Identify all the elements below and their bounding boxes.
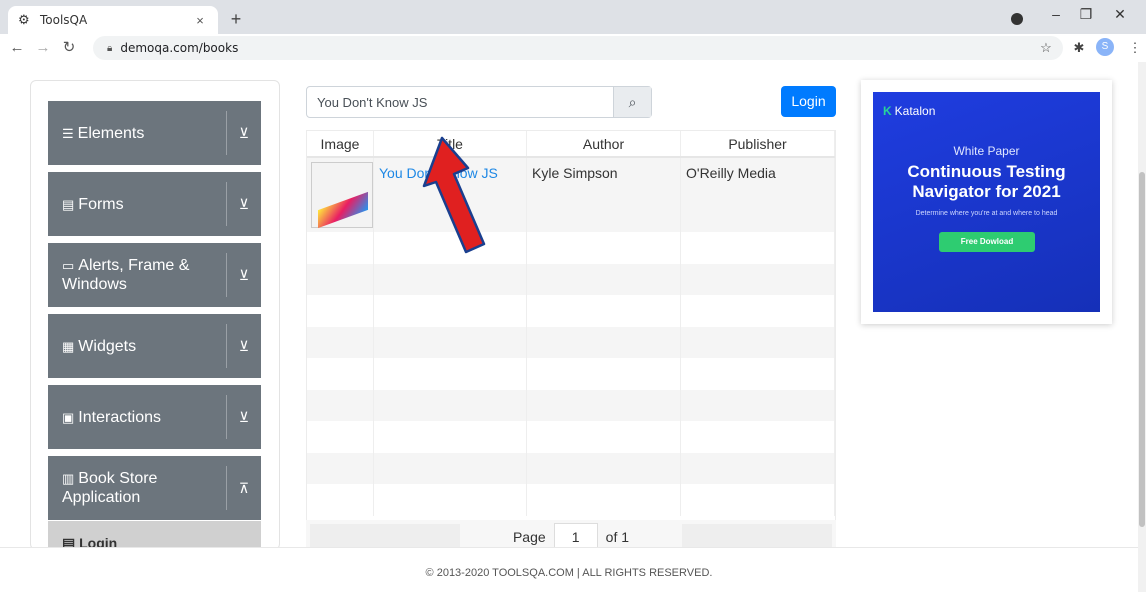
page-scrollbar[interactable] (1138, 62, 1146, 592)
group-label: Widgets (78, 337, 137, 355)
hamburger-icon: ☰ (62, 125, 74, 141)
sidebar-group-alerts[interactable]: ▭ Alerts, Frame & Windows ⊻ (48, 243, 261, 307)
book-cover-image (311, 162, 373, 229)
toolsqa-favicon-icon: ⚙ (18, 12, 30, 27)
ad-download-button[interactable]: Free Dowload (939, 232, 1035, 252)
sidebar-group-elements[interactable]: ☰ Elements ⊻ (48, 101, 261, 165)
books-icon: ▥ (62, 471, 75, 486)
table-row (307, 263, 835, 295)
table-row (307, 232, 835, 264)
restore-window-icon[interactable]: ❐ (1074, 6, 1098, 23)
column-header[interactable]: Publisher (681, 131, 835, 156)
widgets-icon: ▦ (62, 338, 75, 354)
table-row: You Don't Know JS Kyle Simpson O'Reilly … (307, 158, 835, 232)
table-row (307, 421, 835, 453)
column-header[interactable]: Author (527, 131, 681, 156)
table-row (307, 326, 835, 358)
sidebar-group-interactions[interactable]: ▣ Interactions ⊻ (48, 385, 261, 449)
interactions-icon: ▣ (62, 409, 75, 425)
search-input[interactable] (307, 87, 613, 117)
back-arrow-icon[interactable]: ← (6, 37, 28, 59)
login-button[interactable]: Login (781, 86, 836, 117)
ad-headline-line: Navigator for 2021 (912, 182, 1061, 201)
total-pages-label: of 1 (605, 529, 630, 545)
forward-arrow-icon[interactable]: → (32, 37, 54, 59)
column-header[interactable]: Image (307, 131, 374, 156)
collapse-arrow-icon[interactable]: ⊼ (227, 480, 261, 497)
table-row (307, 295, 835, 327)
table-row (307, 484, 835, 516)
extensions-puzzle-icon[interactable]: ✱ (1070, 39, 1088, 57)
table-row (307, 389, 835, 421)
window-icon: ▭ (62, 258, 75, 273)
page-label: Page (512, 529, 546, 545)
ad-eyebrow: White Paper (953, 144, 1020, 158)
sidebar-group-widgets[interactable]: ▦ Widgets ⊻ (48, 314, 261, 378)
group-label: Elements (77, 124, 145, 142)
browser-menu-icon[interactable]: ⋮ (1126, 39, 1144, 57)
group-label: Forms (78, 195, 124, 213)
lock-icon[interactable]: 🔒︎ (107, 43, 112, 54)
url-text: demoqa.com/books (120, 41, 239, 55)
expand-arrow-icon[interactable]: ⊻ (227, 196, 261, 213)
browser-toolbar: ← → ↻ 🔒︎ demoqa.com/books ☆ ✱ ⋮ (0, 34, 1146, 62)
form-icon: ▤ (62, 196, 75, 212)
expand-arrow-icon[interactable]: ⊻ (227, 267, 261, 284)
advertisement-banner[interactable]: K Katalon White Paper Continuous Testing … (861, 80, 1112, 324)
katalon-logo-icon: K (883, 104, 892, 118)
minimize-window-icon[interactable]: – (1044, 6, 1068, 22)
tab-title: ToolsQA (40, 13, 88, 27)
expand-arrow-icon[interactable]: ⊻ (227, 125, 261, 142)
ad-brand: Katalon (894, 104, 936, 118)
page-footer: © 2013-2020 TOOLSQA.COM | ALL RIGHTS RES… (0, 547, 1138, 592)
address-bar[interactable]: 🔒︎ demoqa.com/books (93, 36, 1063, 60)
annotation-arrow-icon (422, 136, 486, 254)
group-label: Alerts, Frame & Windows (62, 257, 190, 293)
sidebar-group-forms[interactable]: ▤ Forms ⊻ (48, 172, 261, 236)
close-window-icon[interactable]: ✕ (1108, 6, 1132, 23)
bookmark-star-icon[interactable]: ☆ (1037, 39, 1055, 57)
book-author: Kyle Simpson (527, 158, 681, 232)
incognito-indicator-icon[interactable] (1011, 13, 1023, 25)
table-row (307, 452, 835, 484)
ad-subtext: Determine where you're at and where to h… (915, 210, 1058, 217)
table-row (307, 358, 835, 390)
reload-icon[interactable]: ↻ (58, 37, 80, 59)
group-label: Book Store Application (62, 470, 158, 506)
browser-tab[interactable]: ⚙ ToolsQA × (8, 6, 218, 34)
search-icon[interactable]: ⌕ (613, 87, 651, 117)
new-tab-button[interactable]: + (226, 9, 246, 30)
group-label: Interactions (78, 408, 162, 426)
table-header: Image Title Author Publisher (307, 131, 835, 158)
tab-close-icon[interactable]: × (192, 13, 208, 28)
expand-arrow-icon[interactable]: ⊻ (227, 409, 261, 426)
sidebar-group-book-store[interactable]: ▥ Book Store Application ⊼ (48, 456, 261, 520)
browser-tabstrip: ⚙ ToolsQA × + – ❐ ✕ (0, 0, 1146, 34)
sidebar-accordion: ☰ Elements ⊻ ▤ Forms ⊻ ▭ Alerts, Frame & Wi… (30, 80, 280, 551)
expand-arrow-icon[interactable]: ⊻ (227, 338, 261, 355)
scrollbar-thumb[interactable] (1139, 172, 1145, 527)
web-page: ☰ Elements ⊻ ▤ Forms ⊻ ▭ Alerts, Frame & Wi… (0, 62, 1138, 592)
book-publisher: O'Reilly Media (681, 158, 835, 232)
profile-avatar[interactable]: S (1096, 38, 1114, 56)
search-box: ⌕ (306, 86, 652, 118)
ad-headline-line: Continuous Testing (907, 162, 1066, 181)
books-table: Image Title Author Publisher You Don't K… (306, 130, 836, 550)
